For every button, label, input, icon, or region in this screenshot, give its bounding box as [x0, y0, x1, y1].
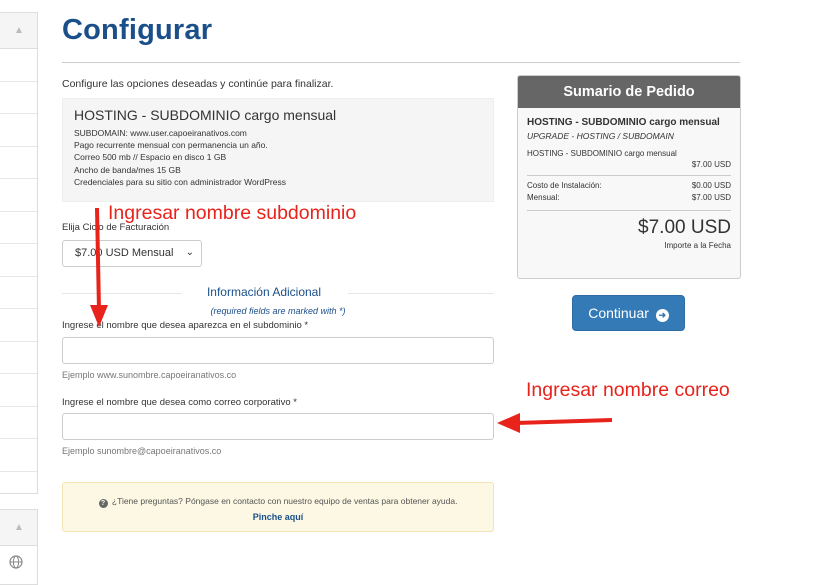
- sidebar-item[interactable]: [0, 342, 37, 374]
- product-detail: Pago recurrente mensual con permanencia …: [74, 140, 268, 151]
- sidebar-panel-language: ▲: [0, 509, 38, 585]
- annotation-email: Ingresar nombre correo: [526, 379, 730, 401]
- product-name: HOSTING - SUBDOMINIO cargo mensual: [74, 107, 337, 123]
- product-detail: SUBDOMAIN: www.user.capoeiranativos.com: [74, 128, 247, 138]
- subdomain-field-label: Ingrese el nombre que desea aparezca en …: [62, 320, 309, 331]
- sidebar-item[interactable]: [0, 114, 37, 147]
- chevron-up-icon[interactable]: ▲: [14, 522, 24, 533]
- sidebar-item[interactable]: [0, 82, 37, 114]
- summary-monthly-row: Mensual: $7.00 USD: [527, 192, 731, 204]
- continue-button-label: Continuar: [588, 305, 649, 321]
- setup-fee-value: $0.00 USD: [691, 181, 731, 190]
- arrow-circle-right-icon: ➜: [655, 309, 669, 322]
- summary-setup-row: Costo de Instalación: $0.00 USD: [527, 180, 731, 192]
- sidebar-panel: ▲: [0, 12, 38, 494]
- setup-fee-label: Costo de Instalación:: [527, 181, 602, 190]
- summary-total-label: Importe a la Fecha: [664, 241, 731, 250]
- billing-cycle-value: $7.00 USD Mensual: [75, 247, 174, 259]
- product-detail: Ancho de banda/mes 15 GB: [74, 164, 181, 175]
- subdomain-help: Ejemplo www.sunombre.capoeiranativos.co: [62, 370, 237, 380]
- sidebar-item[interactable]: [0, 147, 37, 179]
- globe-icon[interactable]: [9, 555, 23, 569]
- select-arrow-icon: ⌄: [185, 247, 194, 258]
- subdomain-input[interactable]: [62, 337, 494, 364]
- configure-page: ▲ ▲ Configurar Configure las opciones de…: [0, 0, 823, 585]
- sidebar-item[interactable]: [0, 212, 37, 244]
- product-detail: Correo 500 mb // Espacio en disco 1 GB: [74, 152, 227, 163]
- email-help: Ejemplo sunombre@capoeiranativos.co: [62, 446, 222, 456]
- monthly-label: Mensual:: [527, 193, 560, 202]
- summary-item-price: $7.00 USD: [691, 160, 731, 169]
- sidebar-item[interactable]: [0, 277, 37, 309]
- sidebar-panel-header[interactable]: ▲: [0, 510, 37, 546]
- title-divider: [62, 62, 740, 63]
- billing-cycle-select[interactable]: $7.00 USD Mensual ⌄: [62, 240, 202, 267]
- product-info-box: HOSTING - SUBDOMINIO cargo mensual SUBDO…: [62, 98, 494, 202]
- annotation-arrow-email: [497, 413, 613, 433]
- summary-divider: [527, 210, 731, 211]
- intro-text: Configure las opciones deseadas y contin…: [62, 78, 334, 90]
- help-link[interactable]: Pinche aquí: [63, 512, 493, 522]
- summary-product-group: UPGRADE - HOSTING / SUBDOMAIN: [527, 131, 674, 141]
- sidebar-item[interactable]: [0, 49, 37, 82]
- annotation-subdomain: Ingresar nombre subdominio: [108, 202, 357, 224]
- email-field-label: Ingrese el nombre que desea como correo …: [62, 397, 297, 408]
- summary-item-name: HOSTING - SUBDOMINIO cargo mensual: [527, 149, 677, 158]
- sidebar-item[interactable]: [0, 439, 37, 472]
- chevron-up-icon[interactable]: ▲: [14, 25, 24, 36]
- sidebar-item[interactable]: [0, 309, 37, 342]
- sidebar-item[interactable]: [0, 179, 37, 212]
- order-summary: Sumario de Pedido HOSTING - SUBDOMINIO c…: [517, 75, 741, 279]
- product-detail: Credenciales para su sitio con administr…: [74, 176, 286, 187]
- help-text: ¿Tiene preguntas? Póngase en contacto co…: [111, 496, 458, 506]
- help-box: ? ¿Tiene preguntas? Póngase en contacto …: [62, 482, 494, 532]
- sidebar-item[interactable]: [0, 244, 37, 277]
- email-input[interactable]: [62, 413, 494, 440]
- monthly-value: $7.00 USD: [691, 193, 731, 202]
- additional-info-title: Información Adicional: [206, 285, 322, 299]
- order-summary-title: Sumario de Pedido: [518, 76, 740, 108]
- required-fields-note: (required fields are marked with *): [210, 306, 346, 316]
- summary-divider: [527, 175, 731, 176]
- page-title: Configurar: [62, 14, 213, 46]
- sidebar-item[interactable]: [0, 407, 37, 439]
- summary-total: $7.00 USD: [638, 217, 731, 238]
- section-divider: [62, 293, 182, 294]
- sidebar-panel-header[interactable]: ▲: [0, 13, 37, 49]
- continue-button[interactable]: Continuar ➜: [572, 295, 685, 331]
- sidebar-item[interactable]: [0, 374, 37, 407]
- question-circle-icon: ?: [98, 499, 108, 508]
- summary-product-name: HOSTING - SUBDOMINIO cargo mensual: [527, 117, 720, 128]
- section-divider: [348, 293, 494, 294]
